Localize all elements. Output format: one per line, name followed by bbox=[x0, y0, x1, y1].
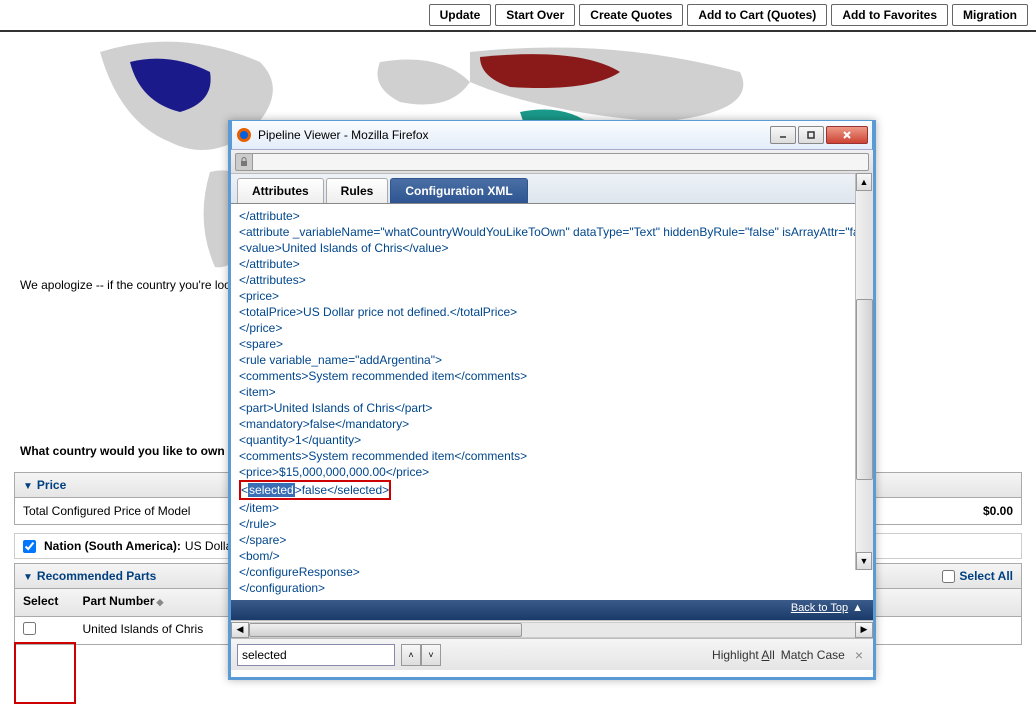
collapse-arrow-icon[interactable]: ▼ bbox=[23, 572, 33, 583]
find-close-button[interactable]: × bbox=[851, 647, 867, 663]
total-price-value: $0.00 bbox=[983, 504, 1013, 518]
xml-line: <price> bbox=[239, 288, 865, 304]
lock-icon bbox=[235, 153, 253, 171]
scroll-left-button[interactable]: ◀ bbox=[231, 622, 249, 638]
xml-line: <quantity>1</quantity> bbox=[239, 432, 865, 448]
scroll-thumb[interactable] bbox=[249, 623, 522, 637]
pipeline-viewer-window: Pipeline Viewer - Mozilla Firefox Attrib… bbox=[228, 120, 876, 680]
xml-line: <value>United Islands of Chris</value> bbox=[239, 240, 865, 256]
tab-configuration-xml[interactable]: Configuration XML bbox=[390, 178, 527, 203]
find-prev-button[interactable]: ˄ bbox=[401, 644, 421, 666]
nation-checkbox[interactable] bbox=[23, 540, 36, 553]
xml-line: </configuration> bbox=[239, 580, 865, 596]
scroll-up-button[interactable]: ▲ bbox=[856, 173, 872, 191]
collapse-arrow-icon[interactable]: ▼ bbox=[23, 481, 33, 492]
nation-label: Nation (South America): bbox=[44, 539, 181, 553]
scroll-down-button[interactable]: ▼ bbox=[856, 552, 872, 570]
xml-line: <comments>System recommended item</comme… bbox=[239, 368, 865, 384]
xml-line: <attribute _variableName="whatCountryWou… bbox=[239, 224, 865, 240]
address-bar bbox=[231, 150, 873, 174]
xml-line: </attributes> bbox=[239, 272, 865, 288]
add-to-favorites-button[interactable]: Add to Favorites bbox=[831, 4, 948, 26]
tab-bar: Attributes Rules Configuration XML bbox=[231, 174, 873, 204]
find-input[interactable] bbox=[237, 644, 395, 666]
migration-button[interactable]: Migration bbox=[952, 4, 1028, 26]
tab-rules[interactable]: Rules bbox=[326, 178, 389, 203]
xml-line: </attribute> bbox=[239, 208, 865, 224]
horizontal-scrollbar[interactable]: ◀ ▶ bbox=[231, 620, 873, 638]
vertical-scrollbar[interactable]: ▲ ▼ bbox=[855, 173, 873, 570]
xml-line: <comments>System recommended item</comme… bbox=[239, 448, 865, 464]
xml-line: </rule> bbox=[239, 516, 865, 532]
window-title: Pipeline Viewer - Mozilla Firefox bbox=[258, 128, 770, 142]
create-quotes-button[interactable]: Create Quotes bbox=[579, 4, 683, 26]
back-to-top-link[interactable]: Back to Top bbox=[791, 602, 848, 614]
main-toolbar: Update Start Over Create Quotes Add to C… bbox=[0, 0, 1036, 32]
xml-line: <selected>false</selected> bbox=[239, 480, 865, 500]
xml-line: <spare> bbox=[239, 336, 865, 352]
tab-attributes[interactable]: Attributes bbox=[237, 178, 324, 203]
add-to-cart-button[interactable]: Add to Cart (Quotes) bbox=[687, 4, 827, 26]
highlight-all-link[interactable]: Highlight All bbox=[712, 648, 775, 662]
address-field[interactable] bbox=[253, 153, 869, 171]
arrow-up-icon: ▲ bbox=[852, 602, 863, 614]
xml-line: <item> bbox=[239, 384, 865, 400]
find-next-button[interactable]: ˅ bbox=[421, 644, 441, 666]
xml-line: <rule variable_name="addArgentina"> bbox=[239, 352, 865, 368]
xml-line: <mandatory>false</mandatory> bbox=[239, 416, 865, 432]
match-case-link[interactable]: Match Case bbox=[781, 648, 845, 662]
xml-line: </configureResponse> bbox=[239, 564, 865, 580]
update-button[interactable]: Update bbox=[429, 4, 492, 26]
row-select-checkbox[interactable] bbox=[23, 622, 36, 635]
close-button[interactable] bbox=[826, 126, 868, 144]
red-highlight-select bbox=[14, 642, 76, 704]
window-titlebar[interactable]: Pipeline Viewer - Mozilla Firefox bbox=[231, 120, 873, 150]
xml-line: <totalPrice>US Dollar price not defined.… bbox=[239, 304, 865, 320]
xml-line: </item> bbox=[239, 500, 865, 516]
scroll-thumb-vertical[interactable] bbox=[856, 299, 873, 480]
select-all-checkbox[interactable] bbox=[942, 570, 955, 583]
start-over-button[interactable]: Start Over bbox=[495, 4, 575, 26]
xml-line: <price>$15,000,000,000.00</price> bbox=[239, 464, 865, 480]
sort-icon[interactable]: ◆ bbox=[157, 597, 164, 607]
minimize-button[interactable] bbox=[770, 126, 796, 144]
xml-line: </price> bbox=[239, 320, 865, 336]
xml-line: </spare> bbox=[239, 532, 865, 548]
xml-content-pane[interactable]: </attribute><attribute _variableName="wh… bbox=[231, 204, 873, 600]
back-to-top-bar: Back to Top ▲ bbox=[231, 600, 873, 620]
xml-line: <part>United Islands of Chris</part> bbox=[239, 400, 865, 416]
xml-line: <bom/> bbox=[239, 548, 865, 564]
col-select[interactable]: Select bbox=[15, 589, 75, 617]
find-bar: ˄ ˅ Highlight All Match Case × bbox=[231, 638, 873, 670]
firefox-icon bbox=[236, 127, 252, 143]
scroll-right-button[interactable]: ▶ bbox=[855, 622, 873, 638]
total-price-label: Total Configured Price of Model bbox=[23, 504, 190, 518]
xml-line: </attribute> bbox=[239, 256, 865, 272]
maximize-button[interactable] bbox=[798, 126, 824, 144]
